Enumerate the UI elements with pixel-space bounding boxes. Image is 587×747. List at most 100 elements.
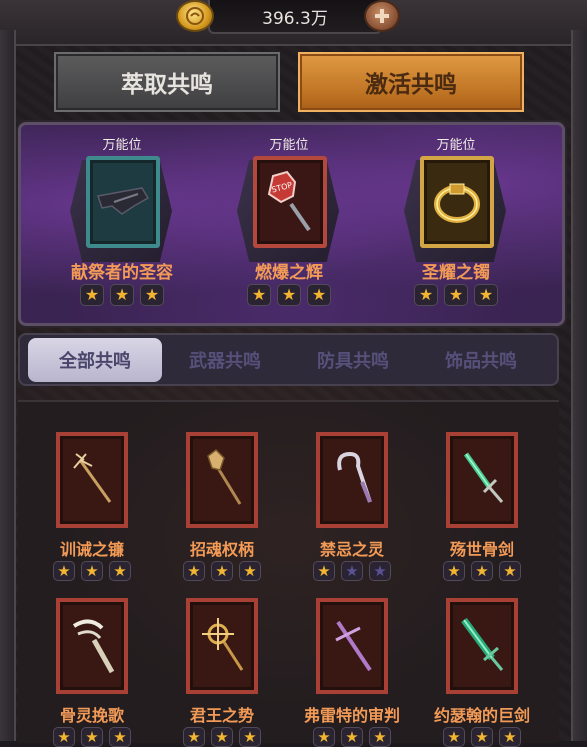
tab-activate-resonance[interactable]: 激活共鸣: [298, 52, 524, 112]
item-frame[interactable]: [316, 432, 388, 528]
item-name: 禁忌之灵: [319, 540, 384, 559]
gold-ring-icon: [434, 183, 480, 223]
featured-star-rating: ★ ★ ★: [376, 284, 536, 306]
star-icon: ★: [499, 727, 521, 747]
item-card[interactable]: 弗雷特的审判 ★ ★ ★: [290, 598, 414, 747]
item-card[interactable]: 殇世骨剑 ★ ★ ★: [420, 432, 544, 581]
star-icon: ★: [471, 561, 493, 581]
star-icon: ★: [81, 561, 103, 581]
left-frame-rail: [0, 30, 16, 741]
item-card[interactable]: 训诫之镰 ★ ★ ★: [30, 432, 154, 581]
star-icon: ★: [443, 727, 465, 747]
claw-scepter-icon: [207, 449, 242, 505]
featured-tag: 万能位: [269, 138, 309, 153]
featured-item-frame[interactable]: [86, 156, 160, 248]
star-icon: ★: [369, 561, 391, 581]
star-icon: ★: [183, 727, 205, 747]
item-frame[interactable]: [56, 432, 128, 528]
star-icon: ★: [53, 727, 75, 747]
item-star-rating: ★ ★ ★: [160, 727, 284, 747]
item-star-rating: ★ ★ ★: [160, 561, 284, 581]
tab-extract-resonance[interactable]: 萃取共鸣: [54, 52, 280, 112]
tab-all-resonance[interactable]: 全部共鸣: [28, 338, 162, 382]
star-icon: ★: [81, 727, 103, 747]
stop-sign-icon: STOP: [267, 170, 311, 232]
green-bone-sword-icon: [463, 452, 504, 503]
featured-item-name: 圣耀之镯: [422, 263, 490, 283]
featured-item-name: 燃爆之辉: [255, 263, 323, 283]
dark-mask-icon: [97, 187, 150, 215]
star-icon: ★: [474, 284, 498, 306]
star-icon: ★: [277, 284, 301, 306]
item-card[interactable]: 骨灵挽歌 ★ ★ ★: [30, 598, 154, 747]
featured-item-frame[interactable]: STOP: [253, 156, 327, 248]
star-icon: ★: [239, 727, 261, 747]
star-icon: ★: [239, 561, 261, 581]
crook-staff-icon: [337, 451, 372, 503]
star-icon: ★: [341, 727, 363, 747]
tab-armor-resonance[interactable]: 防具共鸣: [288, 338, 418, 382]
item-star-rating: ★ ★ ★: [290, 561, 414, 581]
star-icon: ★: [211, 561, 233, 581]
star-icon: ★: [307, 284, 331, 306]
item-star-rating: ★ ★ ★: [30, 561, 154, 581]
item-name: 约瑟翰的巨剑: [433, 706, 530, 725]
featured-tag: 万能位: [436, 138, 476, 153]
star-icon: ★: [109, 561, 131, 581]
star-icon: ★: [471, 727, 493, 747]
featured-tag: 万能位: [102, 138, 142, 153]
tab-weapon-resonance[interactable]: 武器共鸣: [160, 338, 290, 382]
item-frame[interactable]: [56, 598, 128, 694]
item-name: 训诫之镰: [59, 540, 124, 559]
tab-accessory-resonance[interactable]: 饰品共鸣: [416, 338, 546, 382]
star-icon: ★: [499, 561, 521, 581]
bone-scythe-icon: [72, 619, 115, 674]
item-name: 骨灵挽歌: [59, 706, 124, 725]
item-star-rating: ★ ★ ★: [290, 727, 414, 747]
item-name: 弗雷特的审判: [303, 706, 400, 725]
featured-slot-1[interactable]: 万能位 献祭者的圣容 ★ ★ ★: [42, 132, 202, 312]
star-icon: ★: [313, 561, 335, 581]
star-icon: ★: [247, 284, 271, 306]
featured-slot-2[interactable]: 万能位 STOP 燃爆之辉 ★ ★ ★: [209, 132, 369, 312]
star-icon: ★: [80, 284, 104, 306]
item-name: 君王之势: [189, 706, 254, 725]
item-card[interactable]: 招魂权柄 ★ ★ ★: [160, 432, 284, 581]
star-icon: ★: [140, 284, 164, 306]
item-frame[interactable]: [316, 598, 388, 694]
star-icon: ★: [341, 561, 363, 581]
currency-amount: 396.3万: [262, 8, 328, 29]
currency-bar: 396.3万: [208, 0, 382, 34]
item-star-rating: ★ ★ ★: [420, 561, 544, 581]
right-frame-rail: [571, 30, 587, 741]
gold-coin-icon: [176, 0, 214, 32]
featured-star-rating: ★ ★ ★: [209, 284, 369, 306]
star-icon: ★: [313, 727, 335, 747]
star-icon: ★: [109, 727, 131, 747]
item-frame[interactable]: [186, 598, 258, 694]
item-frame[interactable]: [446, 432, 518, 528]
item-frame[interactable]: [446, 598, 518, 694]
star-icon: ★: [444, 284, 468, 306]
star-icon: ★: [414, 284, 438, 306]
item-star-rating: ★ ★ ★: [30, 727, 154, 747]
item-star-rating: ★ ★ ★: [420, 727, 544, 747]
featured-item-frame[interactable]: [420, 156, 494, 248]
item-card[interactable]: 约瑟翰的巨剑 ★ ★ ★: [420, 598, 544, 747]
featured-star-rating: ★ ★ ★: [42, 284, 202, 306]
featured-slot-3[interactable]: 万能位 圣耀之镯 ★ ★ ★: [376, 132, 536, 312]
cross-spear-icon: [335, 620, 372, 672]
item-name: 殇世骨剑: [449, 540, 514, 559]
plus-icon[interactable]: [364, 0, 400, 32]
green-greatsword-icon: [461, 617, 504, 671]
star-icon: ★: [183, 561, 205, 581]
item-card[interactable]: 禁忌之灵 ★ ★ ★: [290, 432, 414, 581]
star-icon: ★: [443, 561, 465, 581]
star-icon: ★: [369, 727, 391, 747]
item-frame[interactable]: [186, 432, 258, 528]
trident-icon: [73, 453, 112, 503]
featured-item-name: 献祭者的圣容: [71, 263, 173, 283]
item-card[interactable]: 君王之势 ★ ★ ★: [160, 598, 284, 747]
star-icon: ★: [53, 561, 75, 581]
sun-scepter-icon: [202, 618, 244, 671]
